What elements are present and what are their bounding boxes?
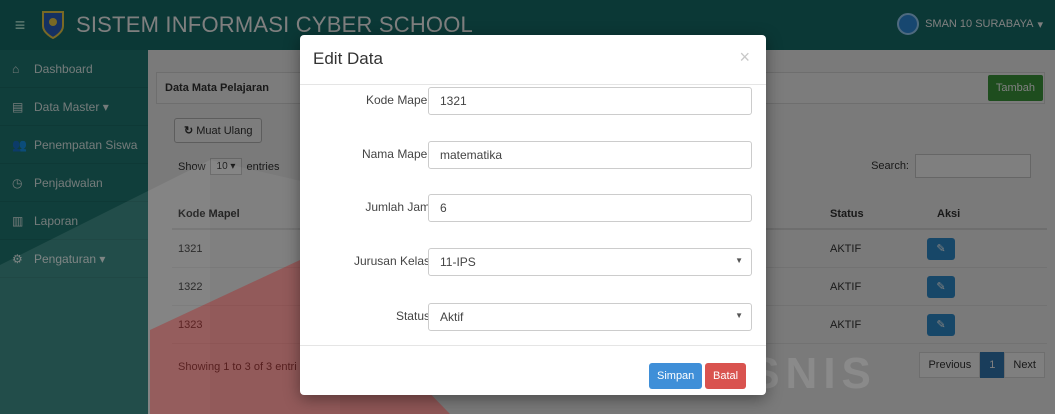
modal-footer: Simpan Batal <box>300 345 766 395</box>
modal-title: Edit Data <box>313 49 383 68</box>
jurusan-kelas-field: Jurusan Kelas 11-IPS ▼ <box>300 248 766 276</box>
save-button[interactable]: Simpan <box>649 363 703 389</box>
status-label: Status <box>395 309 430 323</box>
kode-mapel-input[interactable]: 1321 <box>428 87 752 115</box>
status-select[interactable]: Aktif ▼ <box>428 303 752 331</box>
cancel-button[interactable]: Batal <box>705 363 747 389</box>
chevron-down-icon: ▼ <box>735 311 743 320</box>
chevron-down-icon: ▼ <box>735 256 743 265</box>
nama-mapel-field: Nama Mapel matematika <box>300 141 766 169</box>
nama-mapel-input[interactable]: matematika <box>428 141 752 169</box>
status-value: Aktif <box>440 310 464 324</box>
jumlah-jam-label: Jumlah Jam <box>365 200 430 214</box>
status-field: Status Aktif ▼ <box>300 303 766 331</box>
edit-modal: Edit Data × Kode Mapel 1321 Nama Mapel m… <box>300 35 766 395</box>
jumlah-jam-input[interactable]: 6 <box>428 194 752 222</box>
jumlah-jam-field: Jumlah Jam 6 <box>300 194 766 222</box>
close-icon[interactable]: × <box>739 47 750 68</box>
jurusan-kelas-label: Jurusan Kelas <box>353 254 430 268</box>
nama-mapel-label: Nama Mapel <box>361 147 430 161</box>
kode-mapel-label: Kode Mapel <box>365 93 430 107</box>
modal-header: Edit Data × <box>300 35 766 85</box>
jurusan-kelas-select[interactable]: 11-IPS ▼ <box>428 248 752 276</box>
kode-mapel-field: Kode Mapel 1321 <box>300 87 766 115</box>
jurusan-kelas-value: 11-IPS <box>440 255 476 269</box>
